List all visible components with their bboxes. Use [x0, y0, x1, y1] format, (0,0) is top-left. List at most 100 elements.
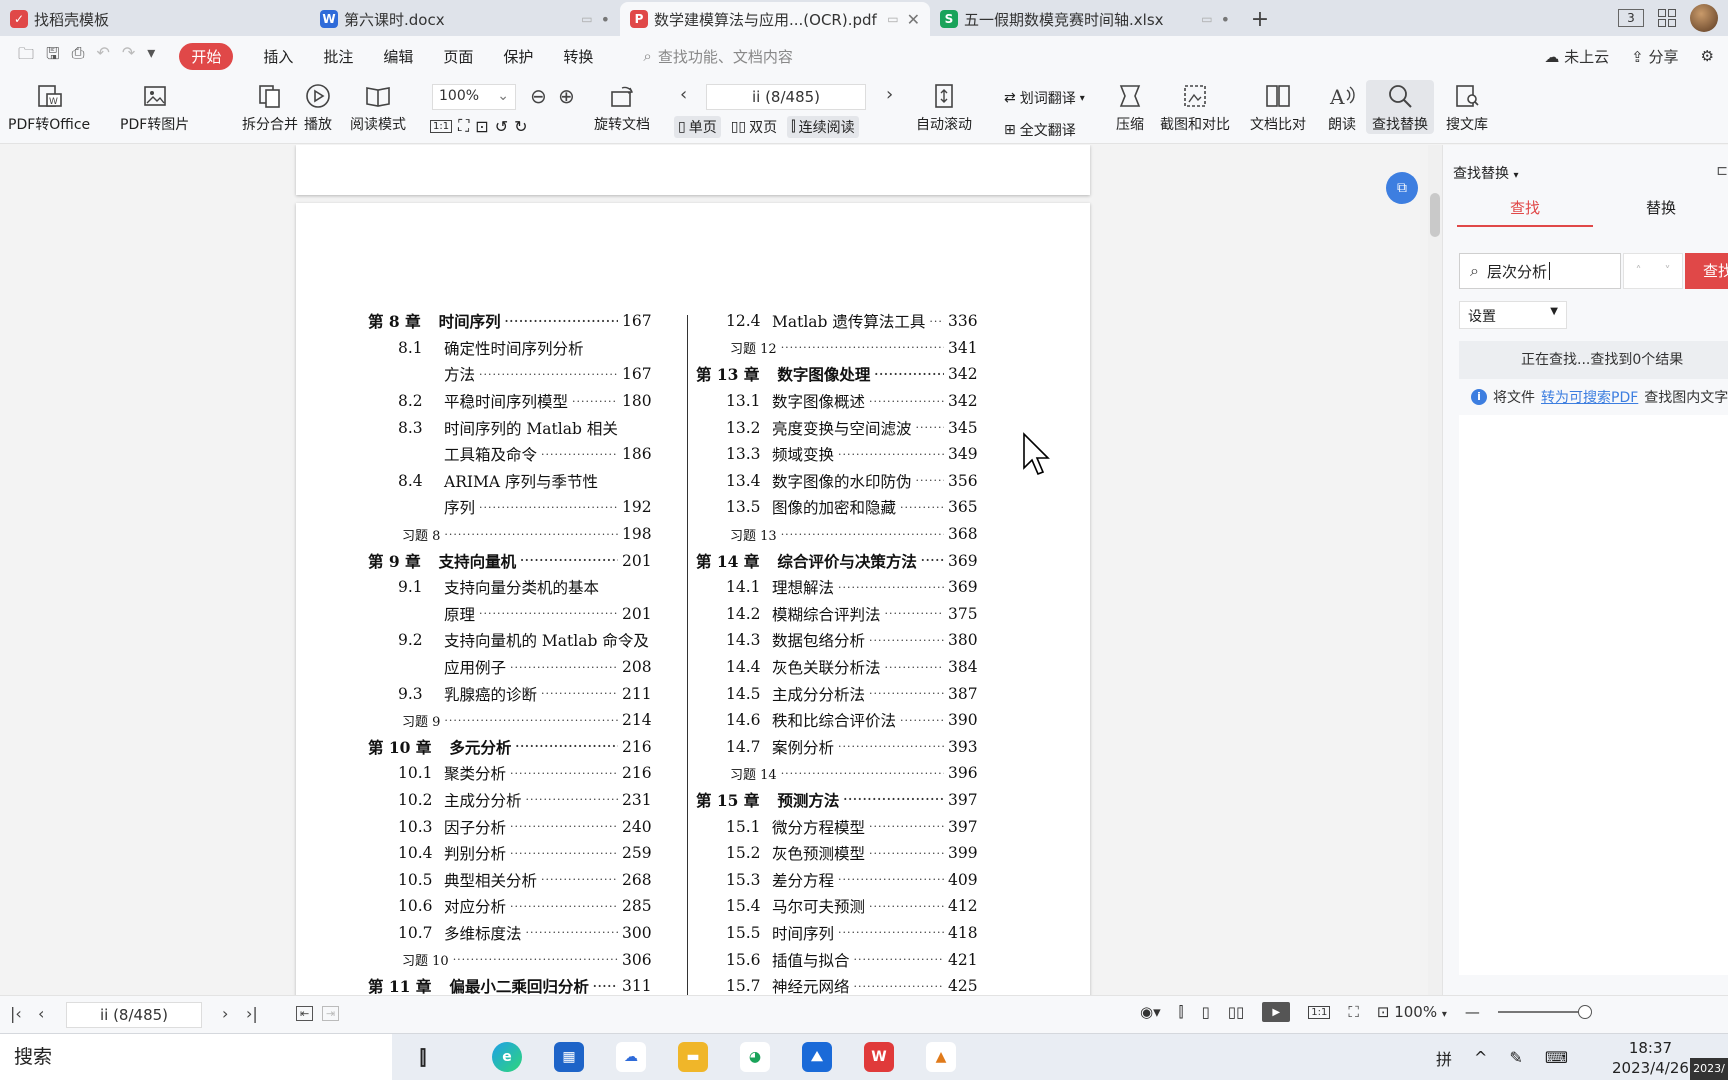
store-icon[interactable]: ▦ — [554, 1042, 584, 1072]
continuous-view-icon[interactable]: ⫿ — [1179, 1003, 1184, 1021]
menu-item-5[interactable]: 保护 — [503, 46, 533, 67]
zoom-slider[interactable] — [1497, 1005, 1592, 1019]
first-page-icon[interactable]: |‹ — [10, 1004, 22, 1023]
slideshow-play-icon[interactable]: ▶ — [1262, 1002, 1291, 1022]
tab-2[interactable]: P 数学建模算法与应用...(OCR).pdf ▭ ✕ — [620, 2, 930, 36]
rotate-right-icon[interactable]: ↻ — [514, 117, 527, 136]
system-clock[interactable]: 18:37 2023/4/26 — [1612, 1038, 1689, 1078]
fit-page-icon[interactable]: ⛶ — [458, 116, 469, 136]
menu-item-1[interactable]: 插入 — [263, 46, 293, 67]
apps-grid-icon[interactable] — [1658, 9, 1676, 27]
zoom-in-icon[interactable]: ⊕ — [558, 84, 575, 108]
read-mode-button[interactable]: 阅读模式 — [350, 80, 406, 134]
settings-dropdown[interactable]: 设置 ▼ — [1459, 301, 1567, 329]
window-count-badge[interactable]: 3 — [1618, 9, 1644, 27]
next-page-icon[interactable]: › — [222, 1004, 228, 1023]
tab-find[interactable]: 查找 — [1457, 191, 1593, 227]
customize-icon[interactable]: ▾ — [147, 43, 155, 70]
redo-icon[interactable]: ↷ — [122, 43, 135, 70]
screenshot-compare-button[interactable]: 截图和对比 — [1160, 80, 1230, 134]
tab-close-icon[interactable]: • — [601, 10, 610, 29]
tab-window-icon[interactable]: ▭ — [581, 12, 592, 26]
full-translate-button[interactable]: ⊞ 全文翻译 — [1004, 120, 1076, 140]
baidu-netdisk-icon[interactable]: ☁ — [616, 1042, 646, 1072]
wps-office-icon[interactable]: W — [864, 1042, 894, 1072]
cloud-status[interactable]: ☁ 未上云 — [1544, 46, 1609, 67]
pin-icon[interactable]: ⊏ — [1716, 163, 1728, 179]
find-input[interactable]: ⌕ 层次分析 — [1459, 253, 1621, 289]
next-page-icon[interactable]: › — [886, 84, 893, 105]
find-button[interactable]: 查找 — [1685, 253, 1728, 289]
matlab-icon[interactable]: ▲ — [926, 1042, 956, 1072]
eye-protect-icon[interactable]: ◉▾ — [1140, 1003, 1161, 1021]
single-page-button[interactable]: ▯ 单页 — [674, 116, 721, 138]
last-page-icon[interactable]: ›| — [246, 1004, 258, 1023]
zoom-out-icon[interactable]: ⊖ — [530, 84, 547, 108]
search-library-button[interactable]: 搜文库 — [1446, 80, 1488, 134]
continuous-read-button[interactable]: ⫿ 连续阅读 — [787, 116, 859, 138]
tab-window-icon[interactable]: ▭ — [887, 12, 898, 26]
tab-3[interactable]: S 五一假期数模竞赛时间轴.xlsx ▭ • — [930, 2, 1240, 36]
pen-icon[interactable]: ✎ — [1509, 1048, 1522, 1067]
zoom-select[interactable]: 100% ⌄ — [432, 84, 516, 110]
tab-close-icon[interactable]: ✕ — [907, 10, 920, 29]
read-aloud-button[interactable]: A 朗读 — [1326, 80, 1358, 134]
find-next-icon[interactable]: ˅ — [1653, 254, 1682, 288]
rotate-left-icon[interactable]: ↺ — [495, 117, 508, 136]
undo-icon[interactable]: ↶ — [96, 43, 109, 70]
tray-chevron-up-icon[interactable]: ^ — [1474, 1048, 1487, 1067]
taskbar-search[interactable]: 搜索 — [0, 1034, 392, 1080]
menu-item-2[interactable]: 批注 — [323, 46, 353, 67]
pdf-to-image-button[interactable]: PDF转图片 — [120, 80, 189, 134]
file-explorer-icon[interactable]: ▬ — [678, 1042, 708, 1072]
vertical-scrollbar[interactable] — [1428, 145, 1442, 995]
edge-browser-icon[interactable]: e — [492, 1042, 522, 1072]
status-page-input[interactable]: ii (8/485) — [66, 1002, 202, 1028]
menu-item-3[interactable]: 编辑 — [383, 46, 413, 67]
prev-page-icon[interactable]: ‹ — [680, 84, 687, 105]
open-folder-icon[interactable]: 🗀 — [18, 43, 34, 70]
floating-tool-icon[interactable]: ⧉ — [1386, 172, 1418, 204]
zoom-out-icon[interactable]: — — [1465, 1003, 1480, 1021]
word-translate-button[interactable]: ⇄ 划词翻译 ▾ — [1004, 88, 1085, 108]
double-page-button[interactable]: ▯▯ 双页 — [727, 116, 781, 138]
prev-page-icon[interactable]: ‹ — [38, 1004, 44, 1023]
user-avatar[interactable] — [1690, 4, 1718, 32]
tab-0[interactable]: ✓ 找稻壳模板 — [0, 2, 310, 36]
ime-indicator[interactable]: 拼 — [1436, 1046, 1452, 1070]
forward-icon[interactable]: ⇥ — [322, 1006, 340, 1021]
menu-item-0[interactable]: 开始 — [179, 42, 234, 70]
tab-close-icon[interactable]: • — [1221, 10, 1230, 29]
find-prev-icon[interactable]: ˄ — [1624, 254, 1653, 288]
fit-width-icon[interactable]: ⊡ — [475, 117, 488, 136]
compress-button[interactable]: 压缩 — [1114, 80, 1146, 134]
wechat-icon[interactable]: ◕ — [740, 1042, 770, 1072]
find-replace-button[interactable]: 查找替换 — [1366, 80, 1434, 134]
task-view-icon[interactable]: ⫿ — [408, 1042, 438, 1072]
document-viewport[interactable]: 第 8 章时间序列 167 8.1 确定性时间序列分析方法 167 8.2 平稳时间序列模型… — [0, 145, 1430, 995]
single-view-icon[interactable]: ▯ — [1201, 1003, 1209, 1021]
print-icon[interactable]: ⎙ — [72, 43, 85, 70]
rotate-doc-button[interactable]: 旋转文档 — [594, 80, 650, 134]
tab-1[interactable]: W 第六课时.docx ▭ • — [310, 2, 620, 36]
back-icon[interactable]: ⇤ — [296, 1006, 314, 1021]
save-icon[interactable]: 🖫 — [46, 43, 60, 70]
split-merge-button[interactable]: 拆分合并 — [242, 80, 298, 134]
actual-size-icon[interactable]: 1:1 — [1308, 1005, 1331, 1019]
play-button[interactable]: 播放 — [302, 80, 334, 134]
fit-icon[interactable]: ⛶ — [1348, 1003, 1359, 1021]
auto-scroll-button[interactable]: 自动滚动 — [916, 80, 972, 134]
convert-searchable-link[interactable]: 转为可搜索PDF — [1541, 387, 1638, 407]
menu-item-4[interactable]: 页面 — [443, 46, 473, 67]
feature-search[interactable]: ⌕ 查找功能、文档内容 — [643, 46, 792, 67]
menu-item-6[interactable]: 转换 — [563, 46, 593, 67]
keyboard-icon[interactable]: ⌨ — [1545, 1048, 1568, 1067]
settings-gear-icon[interactable]: ⚙ — [1701, 47, 1714, 65]
page-number-input[interactable]: ii (8/485) — [706, 84, 866, 110]
zoom-dropdown[interactable]: ⊡ 100% ▾ — [1377, 1003, 1447, 1021]
double-view-icon[interactable]: ▯▯ — [1228, 1003, 1245, 1021]
tab-window-icon[interactable]: ▭ — [1201, 12, 1212, 26]
doc-compare-button[interactable]: 文档比对 — [1250, 80, 1306, 134]
zoom-slider-knob[interactable] — [1577, 1005, 1592, 1019]
new-tab-button[interactable]: + — [1240, 2, 1280, 36]
